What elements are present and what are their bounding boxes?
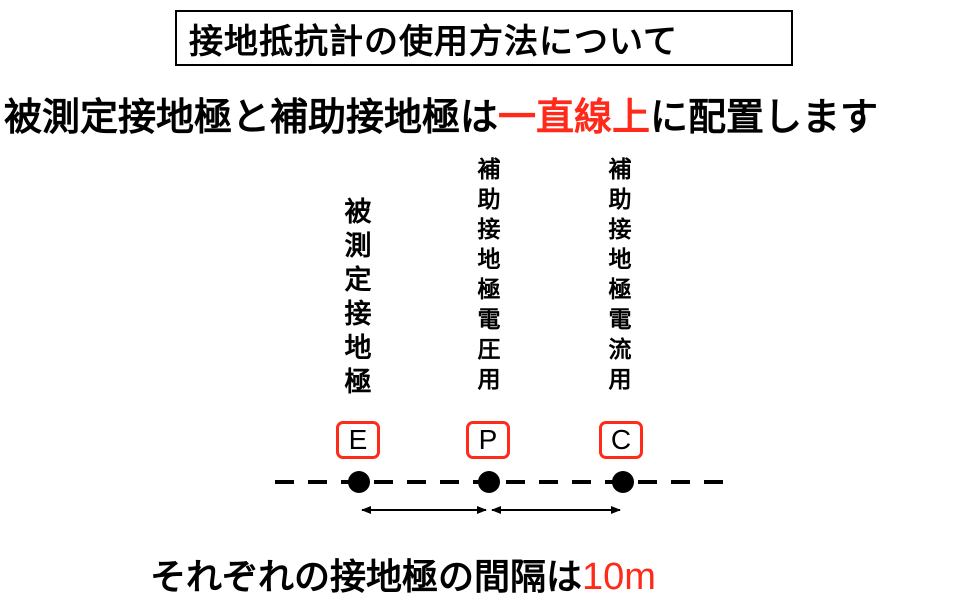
electrode-e-point xyxy=(348,471,370,493)
electrode-c-point xyxy=(612,471,634,493)
spacing-note: それぞれの接地極の間隔は10m xyxy=(150,548,656,600)
spacing-note-text: それぞれの接地極の間隔は xyxy=(150,557,583,598)
spacing-distance: 10m xyxy=(582,556,656,598)
electrode-layout-diagram xyxy=(275,471,735,514)
electrode-p-point xyxy=(478,471,500,493)
